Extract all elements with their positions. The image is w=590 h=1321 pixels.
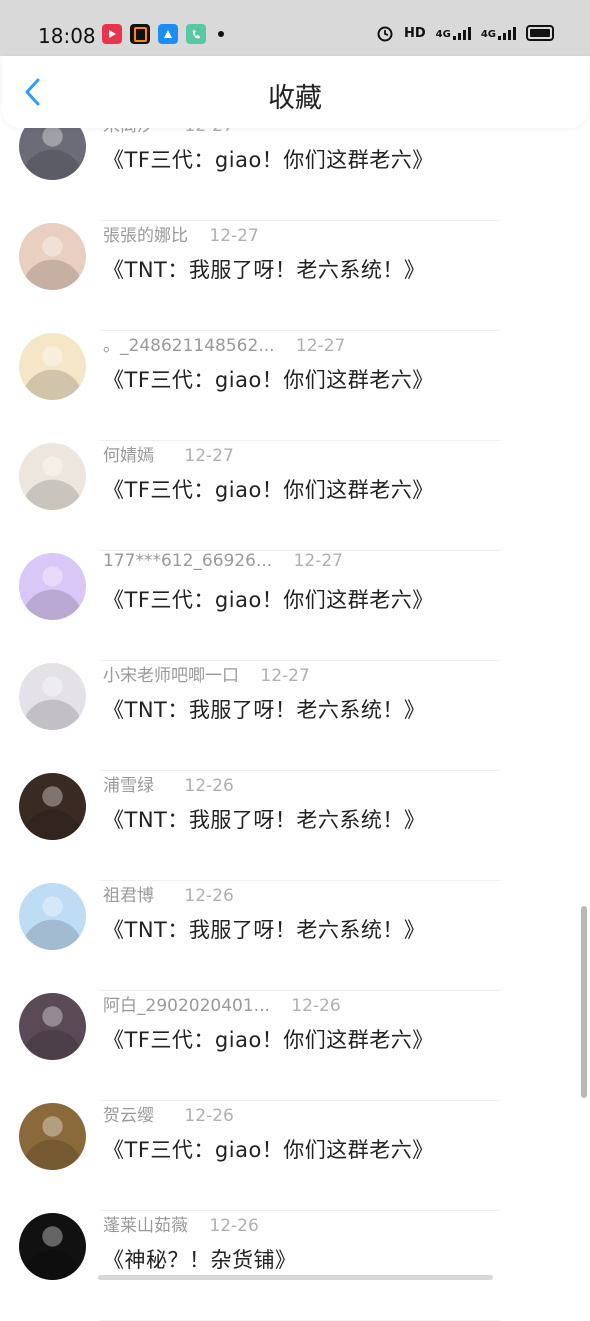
user-name[interactable]: 張張的娜比: [103, 221, 188, 246]
page-title: 收藏: [268, 83, 322, 114]
item-meta: 浦雪绿 12-26: [103, 771, 234, 796]
alarm-icon: [377, 26, 393, 42]
status-indicators: HD 4G 4G: [376, 24, 554, 42]
avatar[interactable]: [19, 443, 86, 510]
avatar[interactable]: [19, 993, 86, 1060]
item-title[interactable]: 《神秘？！杂货铺》: [103, 1244, 297, 1274]
list-item[interactable]: 阿白_2902020401... 12-26 《TF三代：giao！你们这群老六…: [0, 991, 590, 1101]
item-title[interactable]: 《TNT：我服了呀！老六系统！》: [103, 914, 425, 944]
item-title[interactable]: 《TNT：我服了呀！老六系统！》: [103, 804, 425, 834]
list-item[interactable]: 張張的娜比 12-27 《TNT：我服了呀！老六系统！》: [0, 221, 590, 331]
user-name[interactable]: 小宋老师吧唧一口: [103, 661, 239, 686]
avatar[interactable]: [19, 663, 86, 730]
video-app-icon: [102, 24, 122, 44]
user-name[interactable]: 何婧嫣: [103, 441, 163, 466]
item-time: 12-27: [184, 446, 234, 466]
item-title[interactable]: 《TF三代：giao！你们这群老六》: [103, 1024, 434, 1054]
item-title[interactable]: 《TF三代：giao！你们这群老六》: [103, 1134, 434, 1164]
blue-app-icon: [158, 24, 178, 44]
home-indicator[interactable]: [98, 1275, 493, 1280]
user-name[interactable]: 贺云缨: [103, 1101, 163, 1126]
user-name[interactable]: 蓬莱山茹薇: [103, 1211, 188, 1236]
item-meta: 贺云缨 12-26: [103, 1101, 234, 1126]
item-title[interactable]: 《TNT：我服了呀！老六系统！》: [103, 254, 425, 284]
item-time: 12-27: [209, 226, 259, 246]
notification-icons: [102, 24, 224, 44]
list-item[interactable]: 小宋老师吧唧一口 12-27 《TNT：我服了呀！老六系统！》: [0, 661, 590, 771]
list-item[interactable]: 蓬莱山茹薇 12-26 《神秘？！杂货铺》: [0, 1211, 590, 1321]
avatar[interactable]: [19, 1103, 86, 1170]
item-time: 12-26: [184, 1106, 234, 1126]
item-title[interactable]: 《TF三代：giao！你们这群老六》: [103, 364, 434, 394]
user-name[interactable]: 阿白_2902020401...: [103, 991, 270, 1016]
item-title[interactable]: 《TNT：我服了呀！老六系统！》: [103, 694, 425, 724]
user-name[interactable]: 祖君博: [103, 881, 163, 906]
item-time: 12-26: [291, 996, 341, 1016]
item-time: 12-26: [209, 1216, 259, 1236]
item-title[interactable]: 《TF三代：giao！你们这群老六》: [103, 584, 434, 614]
signal-icon: [452, 26, 471, 40]
list-item[interactable]: 祖君博 12-26 《TNT：我服了呀！老六系统！》: [0, 881, 590, 991]
more-notifications-dot: [218, 31, 224, 37]
header: 收藏: [2, 56, 588, 128]
status-time: 18:08: [38, 24, 96, 48]
item-meta: 阿白_2902020401... 12-26: [103, 991, 341, 1016]
list-item[interactable]: 177***612_66926... 12-27 《TF三代：giao！你们这群…: [0, 551, 590, 661]
avatar[interactable]: [19, 773, 86, 840]
network-4g-1: 4G: [436, 26, 471, 40]
user-name[interactable]: 177***612_66926...: [103, 551, 272, 571]
item-time: 12-26: [184, 886, 234, 906]
signal-icon: [498, 26, 516, 40]
avatar[interactable]: [19, 333, 86, 400]
list-item[interactable]: 。_248621148562... 12-27 《TF三代：giao！你们这群老…: [0, 331, 590, 441]
user-name[interactable]: 浦雪绿: [103, 771, 163, 796]
item-time: 12-27: [293, 551, 343, 571]
hd-label: HD: [403, 25, 426, 41]
item-time: 12-27: [295, 336, 346, 356]
item-meta: 祖君博 12-26: [103, 881, 234, 906]
item-meta: 小宋老师吧唧一口 12-27: [103, 661, 310, 686]
scrollbar[interactable]: [581, 906, 587, 1098]
user-name[interactable]: 。_248621148562...: [103, 331, 275, 356]
phone-app-icon: [186, 24, 206, 44]
item-meta: 。_248621148562... 12-27: [103, 331, 345, 356]
orange-app-icon: [130, 24, 150, 44]
battery-icon: [526, 25, 554, 41]
item-meta: 何婧嫣 12-27: [103, 441, 234, 466]
network-4g-2: 4G: [481, 26, 516, 40]
status-bar: 18:08 HD 4G 4G: [0, 0, 590, 56]
list-item[interactable]: 何婧嫣 12-27 《TF三代：giao！你们这群老六》: [0, 441, 590, 551]
item-title[interactable]: 《TF三代：giao！你们这群老六》: [103, 144, 434, 174]
avatar[interactable]: [19, 1213, 86, 1280]
item-title[interactable]: 《TF三代：giao！你们这群老六》: [103, 474, 434, 504]
list-item[interactable]: 浦雪绿 12-26 《TNT：我服了呀！老六系统！》: [0, 771, 590, 881]
item-meta: 蓬莱山茹薇 12-26: [103, 1211, 259, 1236]
item-time: 12-26: [184, 776, 234, 796]
item-time: 12-27: [260, 666, 310, 686]
item-meta: 177***612_66926... 12-27: [103, 551, 343, 571]
favorites-list: 宋离汐 12-27 《TF三代：giao！你们这群老六》 張張的娜比 12-27…: [0, 113, 590, 1321]
avatar[interactable]: [19, 223, 86, 290]
avatar[interactable]: [19, 883, 86, 950]
avatar[interactable]: [19, 553, 86, 620]
item-meta: 張張的娜比 12-27: [103, 221, 259, 246]
list-item[interactable]: 贺云缨 12-26 《TF三代：giao！你们这群老六》: [0, 1101, 590, 1211]
